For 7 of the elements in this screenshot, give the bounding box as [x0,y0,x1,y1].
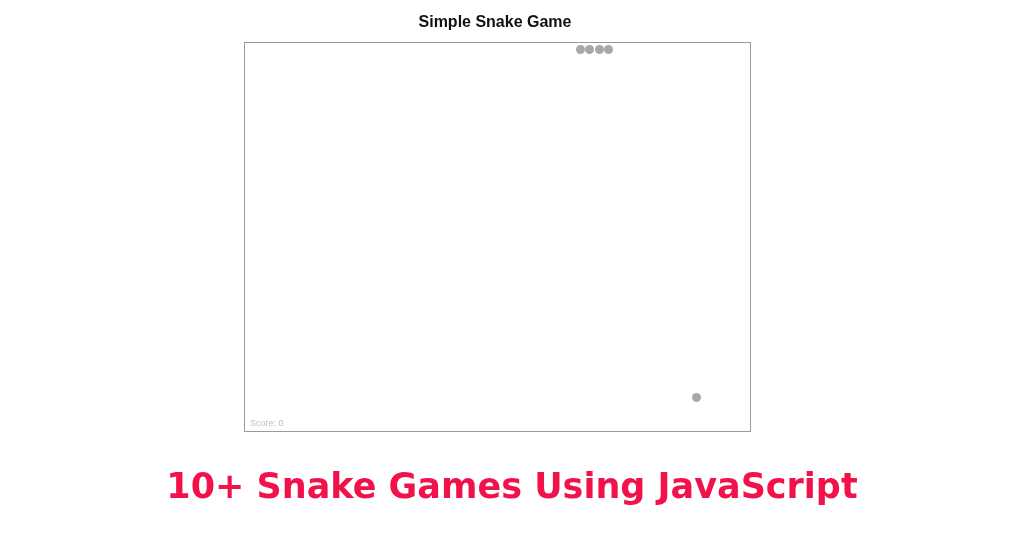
game-title: Simple Snake Game [418,12,572,32]
headline: 10+ Snake Games Using JavaScript [166,466,858,506]
food-dot [692,393,701,402]
snake-segment [595,45,604,54]
snake-segment [576,45,585,54]
snake-segment [604,45,613,54]
snake-segment [585,45,594,54]
